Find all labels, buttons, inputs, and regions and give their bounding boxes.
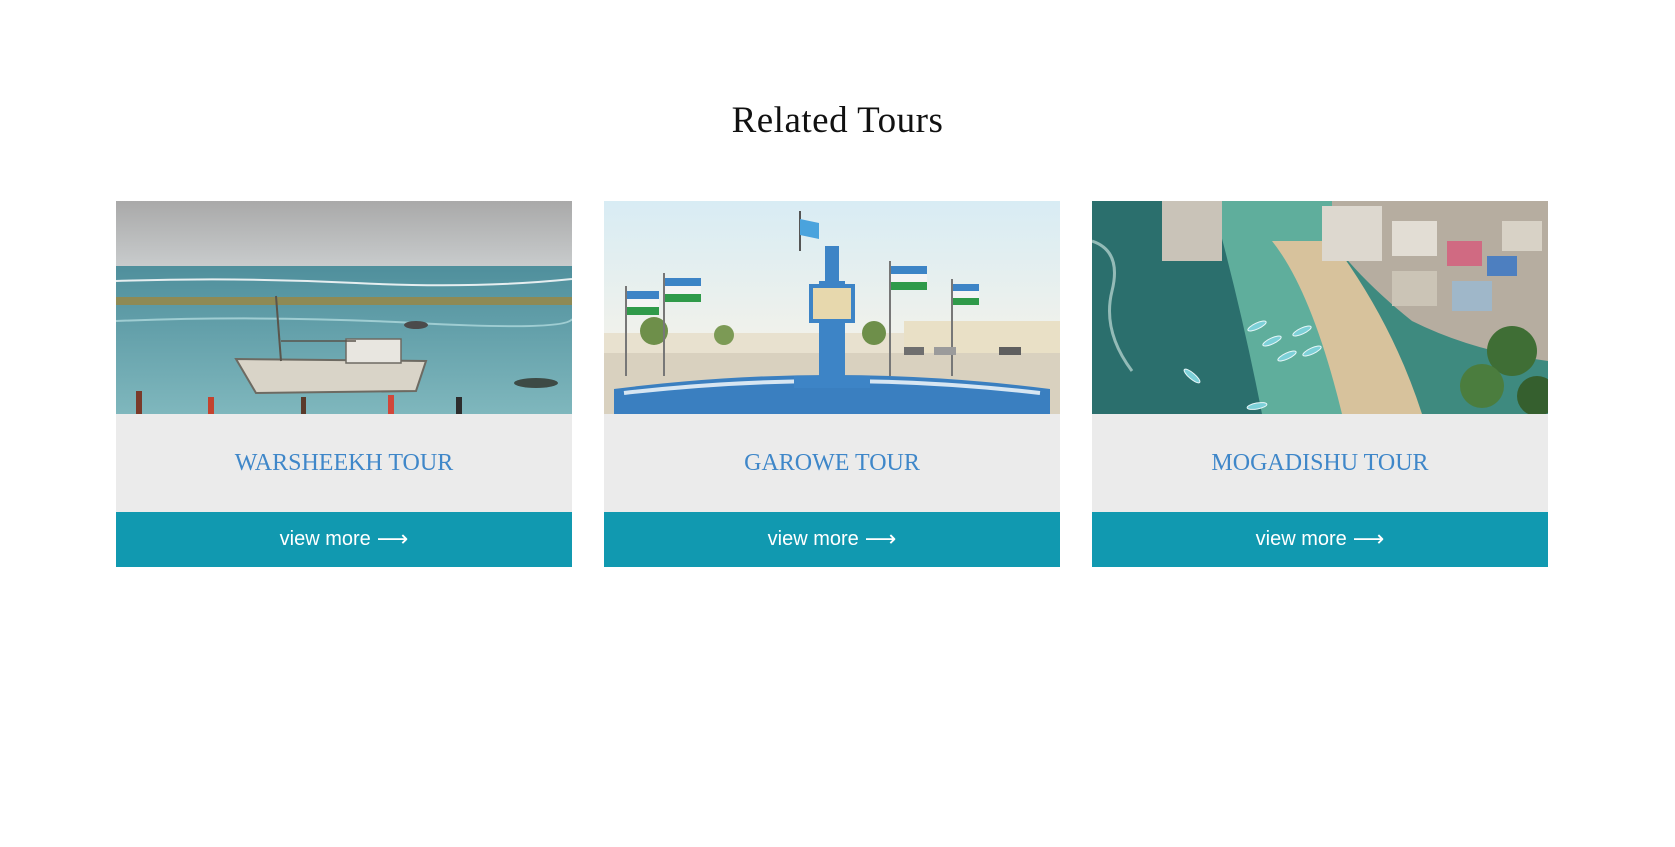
view-more-button-garowe[interactable]: view more ⟶: [604, 512, 1060, 567]
tour-title-garowe[interactable]: GAROWE TOUR: [604, 414, 1060, 512]
tour-title-mogadishu[interactable]: MOGADISHU TOUR: [1092, 414, 1548, 512]
tour-card-warsheekh: WARSHEEKH TOUR view more ⟶: [116, 201, 572, 567]
arrow-right-icon: ⟶: [864, 526, 897, 552]
aerial-coast-image: [1092, 201, 1548, 414]
view-more-label: view more: [767, 528, 859, 550]
tour-image-garowe[interactable]: [604, 201, 1060, 414]
view-more-button-warsheekh[interactable]: view more ⟶: [116, 512, 572, 567]
tour-card-garowe: GAROWE TOUR view more ⟶: [604, 201, 1060, 567]
view-more-button-mogadishu[interactable]: view more ⟶: [1092, 512, 1548, 567]
tour-card-mogadishu: MOGADISHU TOUR view more ⟶: [1092, 201, 1548, 567]
monument-flags-image: [604, 201, 1060, 414]
tour-image-warsheekh[interactable]: [116, 201, 572, 414]
related-tours-page: Related Tours WARSHEEKH TOUR view more ⟶…: [0, 0, 1675, 847]
view-more-label: view more: [1255, 528, 1347, 550]
tour-title-warsheekh[interactable]: WARSHEEKH TOUR: [116, 414, 572, 512]
tour-image-mogadishu[interactable]: [1092, 201, 1548, 414]
arrow-right-icon: ⟶: [1352, 526, 1385, 552]
tour-cards: WARSHEEKH TOUR view more ⟶ GAROWE TOUR v…: [116, 201, 1548, 567]
view-more-label: view more: [279, 528, 371, 550]
beach-boat-image: [116, 201, 572, 414]
section-title: Related Tours: [731, 100, 944, 141]
arrow-right-icon: ⟶: [376, 526, 409, 552]
